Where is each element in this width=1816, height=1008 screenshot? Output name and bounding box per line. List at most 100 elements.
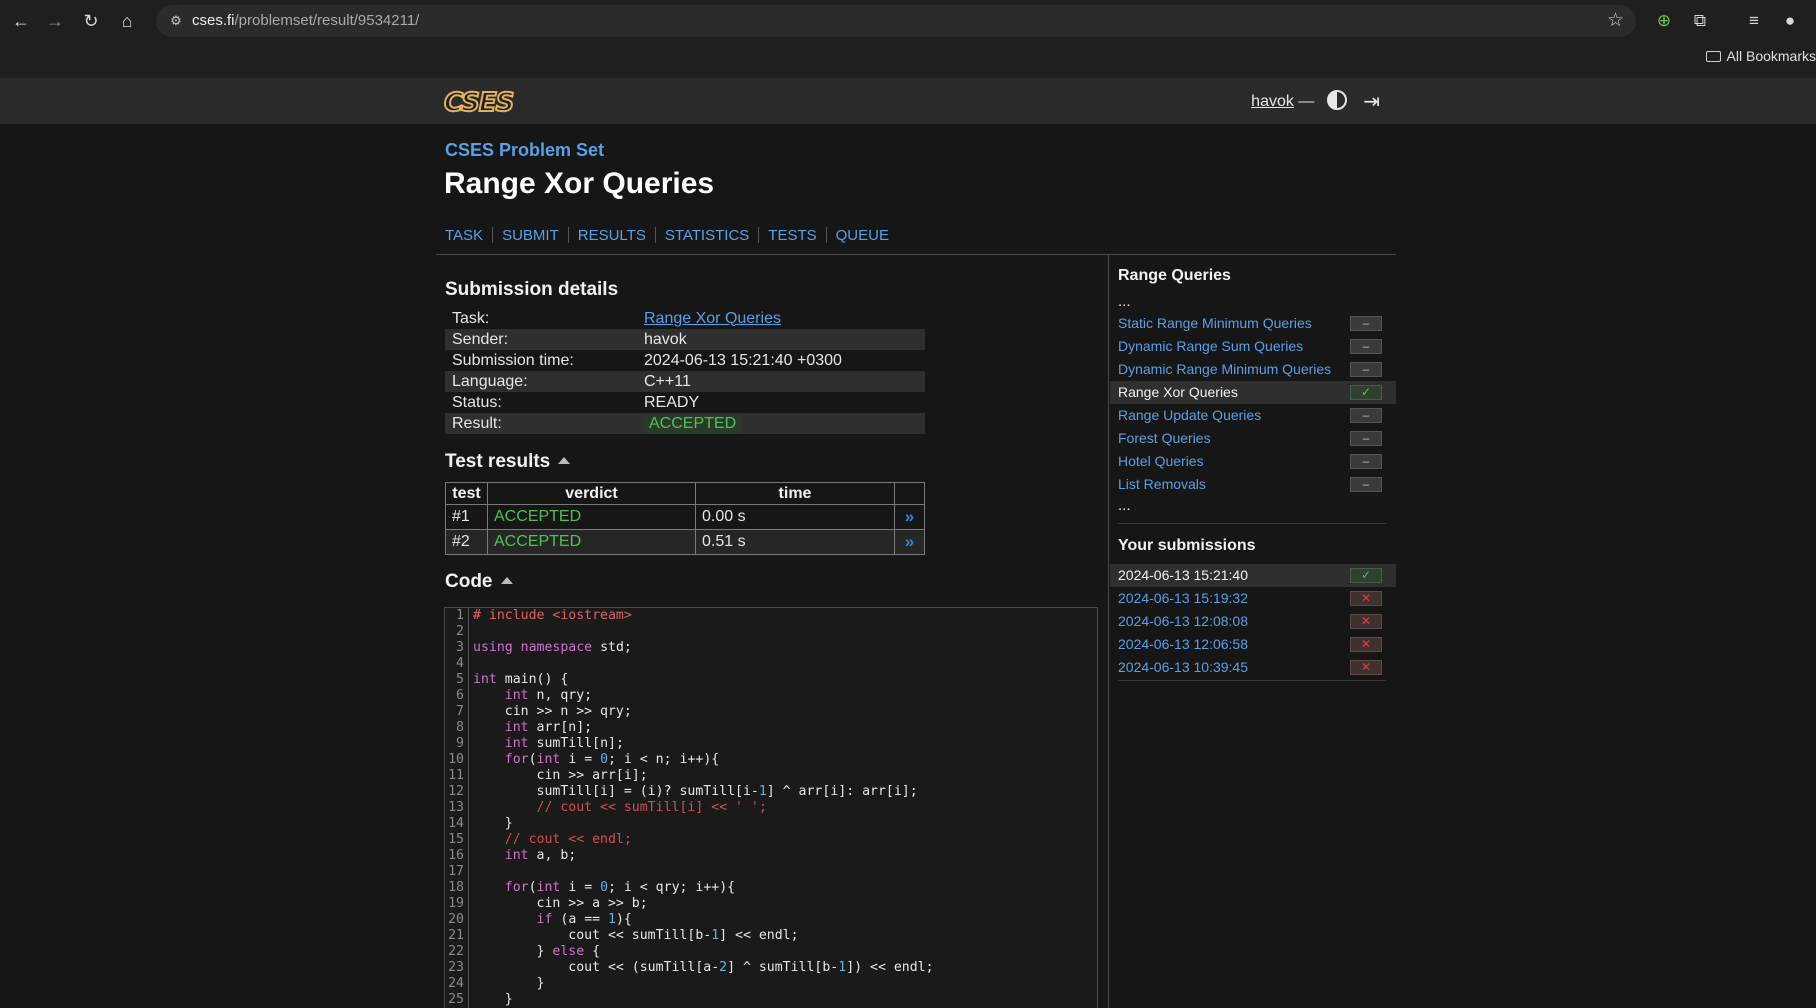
- code-heading[interactable]: Code: [445, 571, 513, 593]
- sidebar-task-item[interactable]: Hotel Queries –: [1110, 450, 1396, 473]
- sidebar-task-label: Dynamic Range Sum Queries: [1118, 338, 1304, 354]
- code-line: 7 cin >> n >> qry;: [445, 704, 1097, 720]
- code-line: 2: [445, 624, 1097, 640]
- submission-item[interactable]: 2024-06-13 12:06:58 ✕: [1110, 633, 1396, 656]
- code-line: 13 // cout << sumTill[i] << ' ';: [445, 800, 1097, 816]
- table-row: Submission time: 2024-06-13 15:21:40 +03…: [445, 350, 925, 371]
- problemset-link[interactable]: CSES Problem Set: [445, 140, 604, 161]
- detail-value: havok: [637, 329, 925, 350]
- site-header: CSES havok — ⇥: [0, 78, 1816, 124]
- sidebar-ellipsis: ...: [1118, 497, 1131, 514]
- table-row: #2 ACCEPTED 0.51 s »: [445, 529, 925, 555]
- collapse-caret-icon[interactable]: [558, 457, 571, 464]
- extension-plus-icon[interactable]: ⊕: [1652, 9, 1676, 33]
- tab-statistics[interactable]: STATISTICS: [665, 227, 749, 244]
- tab-separator: [654, 227, 656, 243]
- back-arrow-icon[interactable]: ←: [8, 8, 34, 34]
- home-icon[interactable]: ⌂: [114, 8, 140, 34]
- submission-item-current[interactable]: 2024-06-13 15:21:40 ✓: [1110, 564, 1396, 587]
- code-line: 5 int main() {: [445, 672, 1097, 688]
- submission-details-heading: Submission details: [445, 279, 619, 300]
- detail-key: Result:: [445, 413, 637, 434]
- detail-value: Range Xor Queries: [637, 308, 925, 329]
- forward-arrow-icon[interactable]: →: [42, 8, 68, 34]
- column-header-blank: [894, 482, 925, 505]
- theme-toggle-icon[interactable]: [1326, 90, 1347, 110]
- task-link[interactable]: Range Xor Queries: [644, 310, 781, 327]
- media-queue-icon[interactable]: ≡: [1742, 9, 1766, 33]
- bookmarks-bar-all[interactable]: All Bookmarks: [1705, 48, 1816, 68]
- test-verdict: ACCEPTED: [487, 529, 696, 555]
- username-link[interactable]: havok: [1251, 93, 1294, 110]
- tab-submit[interactable]: SUBMIT: [502, 227, 559, 244]
- task-status-indicator: –: [1350, 408, 1382, 423]
- task-status-indicator: –: [1350, 362, 1382, 377]
- tab-queue[interactable]: QUEUE: [836, 227, 889, 244]
- tab-tests[interactable]: TESTS: [768, 227, 816, 244]
- test-results-heading-label: Test results: [445, 451, 551, 472]
- code-block[interactable]: 1 # include <iostream> 2 3 using namespace…: [444, 607, 1098, 1008]
- task-status-indicator: –: [1350, 339, 1382, 354]
- detail-key: Sender:: [445, 329, 637, 350]
- bookmark-star-icon[interactable]: ☆: [1607, 9, 1624, 32]
- page-title: Range Xor Queries: [444, 167, 715, 200]
- code-line: 20 if (a == 1){: [445, 912, 1097, 928]
- sidebar-task-item[interactable]: List Removals –: [1110, 473, 1396, 496]
- test-time: 0.51 s: [695, 529, 895, 555]
- table-row: Result: ACCEPTED: [445, 413, 925, 434]
- table-row: Status: READY: [445, 392, 925, 413]
- submission-time: 2024-06-13 12:08:08: [1118, 613, 1248, 629]
- view-test-icon[interactable]: »: [894, 529, 925, 555]
- submission-details-table: Task: Range Xor Queries Sender: havok Su…: [445, 308, 925, 434]
- submission-cross-icon: ✕: [1350, 660, 1382, 675]
- sidebar-task-item[interactable]: Dynamic Range Sum Queries –: [1110, 335, 1396, 358]
- test-results-heading[interactable]: Test results: [445, 451, 571, 473]
- code-line: 11 cin >> arr[i];: [445, 768, 1097, 784]
- code-line: 25 }: [445, 992, 1097, 1008]
- site-info-icon[interactable]: ⚙: [166, 11, 186, 31]
- submission-time: 2024-06-13 15:19:32: [1118, 590, 1248, 606]
- address-bar[interactable]: ⚙ cses.fi/problemset/result/9534211/ ☆: [156, 5, 1636, 37]
- dash: —: [1298, 93, 1315, 110]
- code-line: 24 }: [445, 976, 1097, 992]
- view-test-icon[interactable]: »: [894, 504, 925, 530]
- sidebar-task-label: Static Range Minimum Queries: [1118, 315, 1312, 331]
- logout-icon[interactable]: ⇥: [1363, 89, 1380, 114]
- code-line: 17: [445, 864, 1097, 880]
- table-row: Sender: havok: [445, 329, 925, 350]
- reload-icon[interactable]: ↻: [78, 8, 104, 34]
- task-status-indicator: –: [1350, 454, 1382, 469]
- tab-separator: [492, 227, 494, 243]
- test-verdict: ACCEPTED: [487, 504, 696, 530]
- tab-results[interactable]: RESULTS: [578, 227, 646, 244]
- detail-value: C++11: [637, 371, 925, 392]
- code-line: 18 for(int i = 0; i < qry; i++){: [445, 880, 1097, 896]
- code-line: 21 cout << sumTill[b-1] << endl;: [445, 928, 1097, 944]
- submission-time: 2024-06-13 15:21:40: [1118, 567, 1248, 583]
- sidebar-task-label: Range Xor Queries: [1118, 384, 1238, 400]
- submission-item[interactable]: 2024-06-13 15:19:32 ✕: [1110, 587, 1396, 610]
- sidebar-ellipsis: ...: [1118, 293, 1131, 310]
- code-line: 15 // cout << endl;: [445, 832, 1097, 848]
- sidebar-task-item[interactable]: Range Update Queries –: [1110, 404, 1396, 427]
- submission-cross-icon: ✕: [1350, 591, 1382, 606]
- tab-task[interactable]: TASK: [445, 227, 483, 244]
- submission-time: 2024-06-13 10:39:45: [1118, 659, 1248, 675]
- extensions-puzzle-icon[interactable]: ⧉: [1688, 9, 1712, 33]
- submission-item[interactable]: 2024-06-13 12:08:08 ✕: [1110, 610, 1396, 633]
- sidebar-task-item[interactable]: Forest Queries –: [1110, 427, 1396, 450]
- submission-item[interactable]: 2024-06-13 10:39:45 ✕: [1110, 656, 1396, 679]
- cses-logo[interactable]: CSES: [443, 87, 515, 119]
- sidebar-task-item[interactable]: Static Range Minimum Queries –: [1110, 312, 1396, 335]
- test-results-table: test verdict time #1 ACCEPTED 0.00 s » #…: [445, 482, 925, 555]
- collapse-caret-icon[interactable]: [500, 577, 513, 584]
- sidebar-task-label: Hotel Queries: [1118, 453, 1204, 469]
- sidebar-task-label: Forest Queries: [1118, 430, 1211, 446]
- code-line: 3 using namespace std;: [445, 640, 1097, 656]
- profile-avatar-icon[interactable]: ●: [1778, 9, 1802, 33]
- sidebar-task-item[interactable]: Dynamic Range Minimum Queries –: [1110, 358, 1396, 381]
- sidebar-task-label: Dynamic Range Minimum Queries: [1118, 361, 1332, 377]
- sidebar-task-item-current[interactable]: Range Xor Queries ✓: [1110, 381, 1396, 404]
- test-number: #2: [445, 529, 488, 555]
- task-tabs: TASK SUBMIT RESULTS STATISTICS TESTS QUEUE: [445, 227, 889, 244]
